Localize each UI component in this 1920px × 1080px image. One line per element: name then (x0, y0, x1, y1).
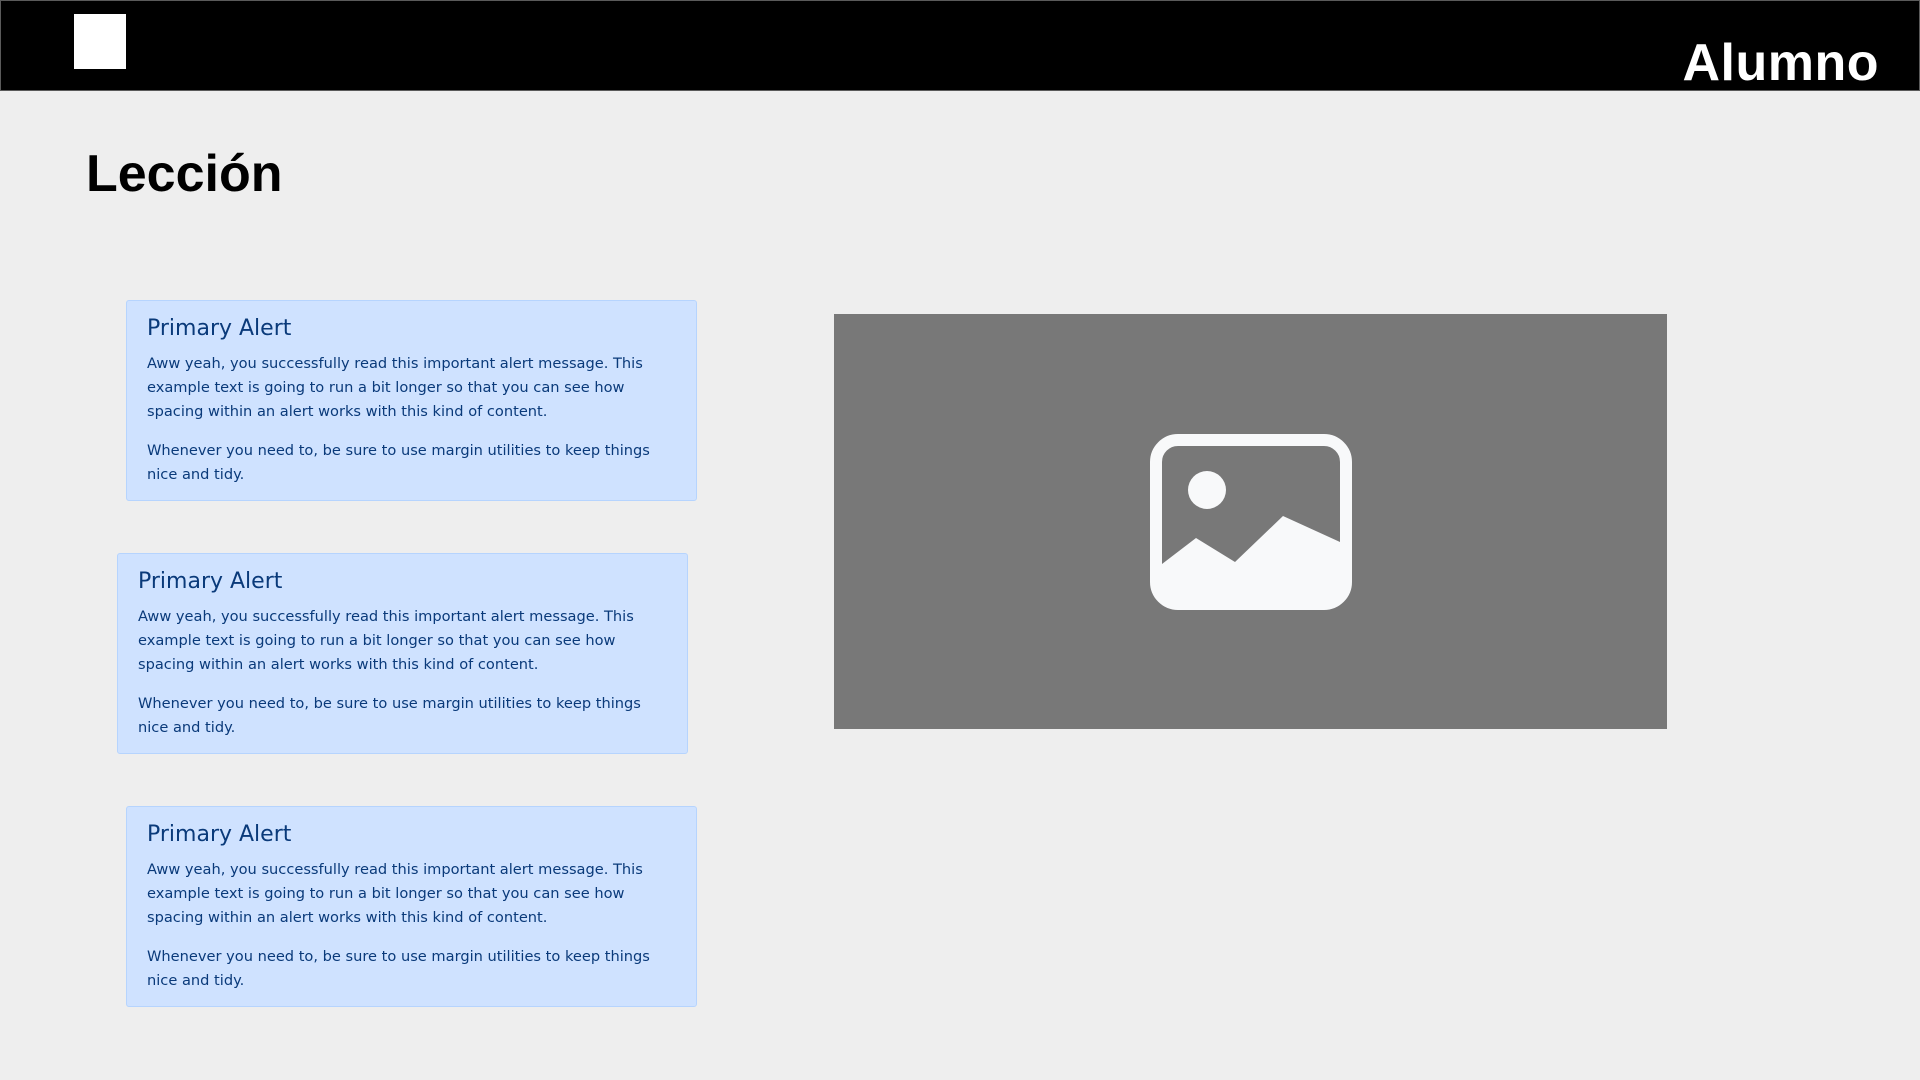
alert-note: Whenever you need to, be sure to use mar… (147, 948, 650, 989)
alert-message: Aww yeah, you successfully read this imp… (147, 355, 643, 420)
media-placeholder (834, 314, 1667, 729)
image-placeholder-icon (1150, 434, 1352, 610)
alert-message: Aww yeah, you successfully read this imp… (138, 608, 634, 673)
alert-note: Whenever you need to, be sure to use mar… (138, 695, 641, 736)
primary-alert: Primary Alert Aww yeah, you successfully… (117, 553, 688, 754)
top-bar: Alumno (0, 0, 1920, 92)
alert-heading: Primary Alert (147, 822, 292, 847)
primary-alert: Primary Alert Aww yeah, you successfully… (126, 806, 697, 1007)
alert-message: Aww yeah, you successfully read this imp… (147, 861, 643, 926)
logo[interactable] (74, 14, 126, 69)
alert-note: Whenever you need to, be sure to use mar… (147, 442, 650, 483)
user-role-label: Alumno (1682, 34, 1879, 92)
alert-heading: Primary Alert (147, 316, 292, 341)
alert-heading: Primary Alert (138, 569, 283, 594)
page-title: Lección (86, 145, 283, 203)
primary-alert: Primary Alert Aww yeah, you successfully… (126, 300, 697, 501)
